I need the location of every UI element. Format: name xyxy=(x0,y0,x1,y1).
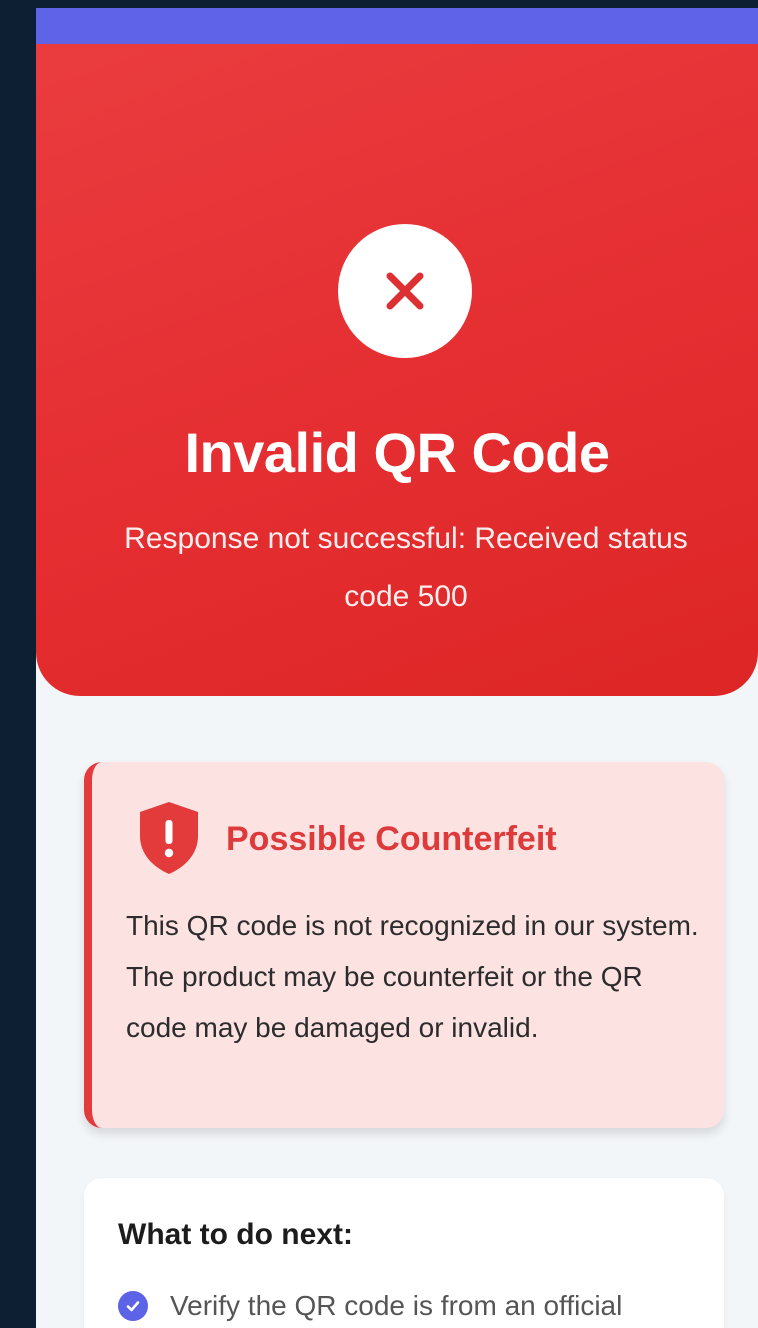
page-title: Invalid QR Code xyxy=(184,421,611,484)
top-accent-bar xyxy=(36,8,758,44)
shield-alert-icon xyxy=(136,800,202,876)
next-steps-card: What to do next: Verify the QR code is f… xyxy=(84,1178,724,1328)
counterfeit-warning-card: Possible Counterfeit This QR code is not… xyxy=(84,762,724,1128)
list-item: Verify the QR code is from an official xyxy=(118,1290,718,1322)
error-header: Invalid QR Code Response not successful:… xyxy=(36,44,758,696)
error-message: Response not successful: Received status… xyxy=(124,522,688,613)
warning-title: Possible Counterfeit xyxy=(226,820,557,858)
check-circle-icon xyxy=(118,1291,148,1321)
warning-description: This QR code is not recognized in our sy… xyxy=(126,910,699,1043)
next-steps-title: What to do next: xyxy=(118,1218,353,1251)
app-screen: Invalid QR Code Response not successful:… xyxy=(36,8,758,1328)
close-x-icon xyxy=(338,224,472,358)
next-step-text: Verify the QR code is from an official xyxy=(170,1290,623,1321)
